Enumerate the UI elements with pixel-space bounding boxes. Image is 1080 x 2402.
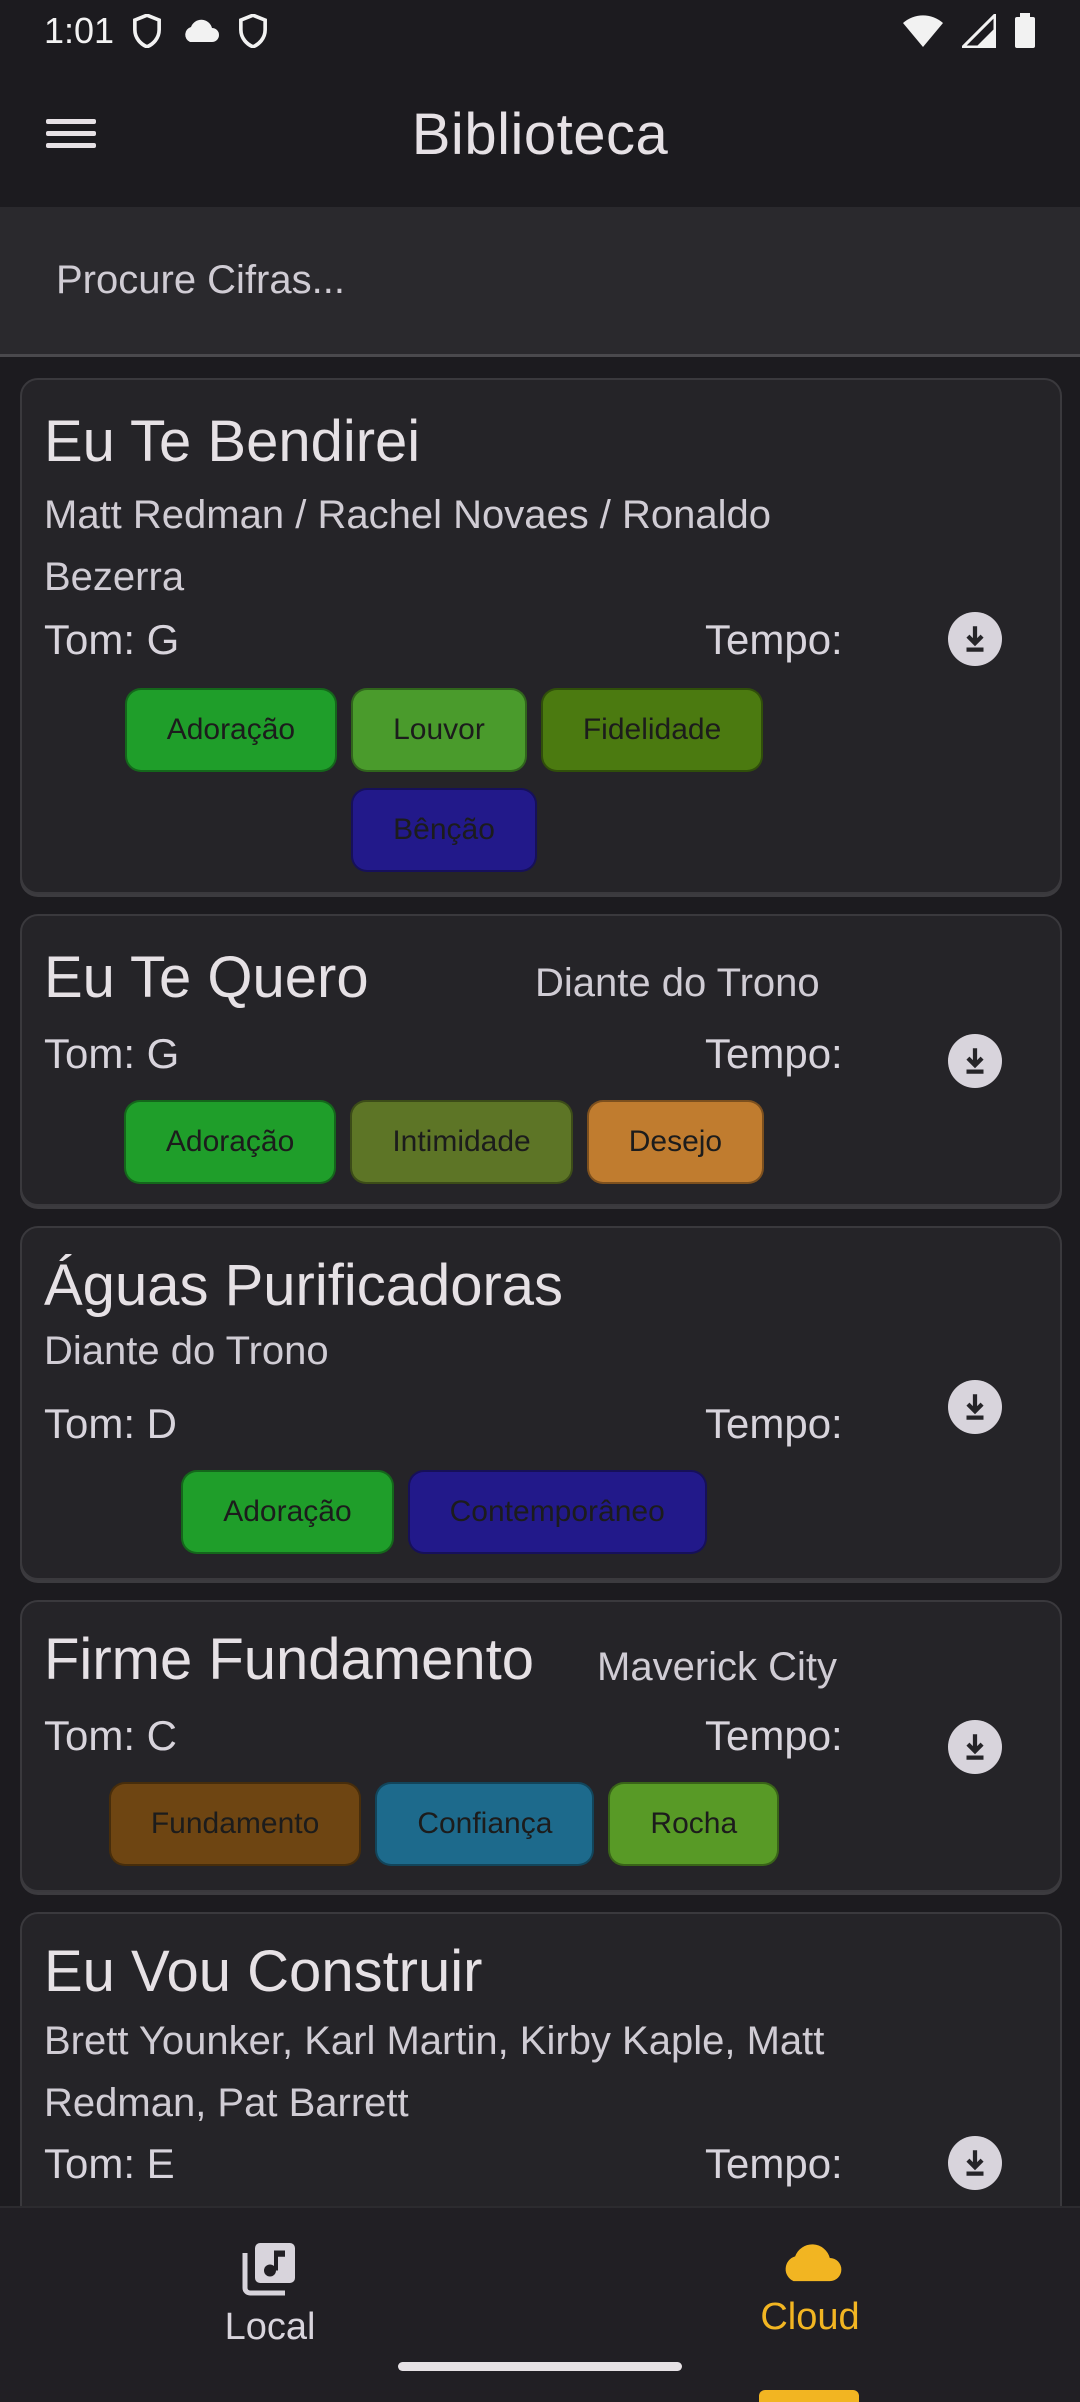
tag-chip[interactable]: Desejo: [586, 1100, 765, 1184]
song-card[interactable]: Eu Te Quero Diante do Trono Tom: G Tempo…: [20, 914, 1062, 1206]
song-tempo: Tempo:: [705, 1030, 843, 1077]
song-title: Eu Vou Construir: [44, 1939, 483, 2004]
cloud-status-icon: [185, 19, 220, 42]
status-right: [902, 13, 1036, 49]
song-key: Tom: D: [44, 1400, 178, 1447]
download-icon[interactable]: [948, 612, 1002, 666]
tag-chip[interactable]: Adoração: [123, 1100, 337, 1184]
home-indicator[interactable]: [398, 2362, 682, 2371]
tag-list: Adoração Contemporâneo: [44, 1470, 844, 1554]
song-title: Águas Purificadoras: [44, 1253, 564, 1318]
song-card[interactable]: Eu Te Bendirei Matt Redman / Rachel Nova…: [20, 378, 1062, 894]
download-icon[interactable]: [948, 1034, 1002, 1088]
song-artist: Maverick City: [597, 1645, 838, 1689]
song-card[interactable]: Eu Vou Construir Brett Younker, Karl Mar…: [20, 1912, 1062, 2206]
music-library-icon: [242, 2243, 295, 2296]
song-card[interactable]: Águas Purificadoras Diante do Trono Tom:…: [20, 1226, 1062, 1580]
tag-chip[interactable]: Rocha: [608, 1782, 780, 1866]
tag-chip[interactable]: Intimidade: [350, 1100, 573, 1184]
download-icon[interactable]: [948, 1720, 1002, 1774]
status-left: 1:01: [44, 10, 268, 52]
nav-local-label: Local: [224, 2306, 316, 2348]
song-list: Eu Te Bendirei Matt Redman / Rachel Nova…: [0, 358, 1080, 2206]
tag-chip[interactable]: Fundamento: [108, 1782, 362, 1866]
bottom-nav: Local Cloud: [0, 2206, 1080, 2402]
song-key: Tom: G: [44, 1030, 180, 1077]
signal-icon: [962, 14, 996, 48]
status-bar: 1:01: [0, 0, 1080, 62]
tag-list: Adoração Louvor Fidelidade Bênção: [44, 688, 844, 872]
tag-chip[interactable]: Fidelidade: [540, 688, 764, 772]
song-key: Tom: C: [44, 1712, 178, 1759]
tag-chip[interactable]: Confiança: [375, 1782, 595, 1866]
page-title: Biblioteca: [411, 102, 669, 167]
tag-list: Fundamento Confiança Rocha: [44, 1782, 844, 1866]
shield-icon: [239, 14, 268, 48]
song-tempo: Tempo:: [705, 1712, 843, 1759]
song-tempo: Tempo:: [705, 616, 843, 663]
cloud-icon: [785, 2244, 842, 2282]
search-input[interactable]: [54, 257, 958, 304]
tag-chip[interactable]: Louvor: [351, 688, 527, 772]
nav-cloud-label: Cloud: [760, 2296, 860, 2338]
download-icon[interactable]: [948, 2136, 1002, 2190]
status-time: 1:01: [44, 10, 115, 51]
selected-tab-indicator: [759, 2390, 859, 2402]
tag-chip[interactable]: Adoração: [124, 688, 338, 772]
song-key: Tom: E: [44, 2140, 175, 2187]
song-title: Eu Te Bendirei: [44, 409, 421, 474]
download-icon[interactable]: [948, 1380, 1002, 1434]
battery-icon: [1015, 13, 1035, 48]
shield-icon: [133, 14, 162, 48]
song-card[interactable]: Firme Fundamento Maverick City Tom: C Te…: [20, 1600, 1062, 1892]
wifi-icon: [903, 15, 943, 48]
tag-chip[interactable]: Adoração: [181, 1470, 394, 1554]
tag-list: Adoração Intimidade Desejo: [44, 1100, 844, 1184]
song-tempo: Tempo:: [705, 2140, 843, 2187]
app-bar: Biblioteca: [0, 62, 1080, 207]
song-artist: Brett Younker, Karl Martin, Kirby Kaple,…: [44, 2019, 825, 2125]
song-artist: Matt Redman / Rachel Novaes / Ronaldo Be…: [44, 493, 772, 599]
song-title: Eu Te Quero: [44, 945, 369, 1010]
song-title: Firme Fundamento: [44, 1627, 534, 1692]
tag-chip[interactable]: Contemporâneo: [407, 1470, 707, 1554]
song-tempo: Tempo:: [705, 1400, 843, 1447]
song-artist: Diante do Trono: [44, 1329, 329, 1373]
menu-icon[interactable]: [46, 112, 96, 152]
nav-local[interactable]: Local: [120, 2238, 420, 2349]
search-bar: [0, 207, 1080, 357]
tag-chip[interactable]: Bênção: [351, 788, 537, 872]
song-artist: Diante do Trono: [535, 961, 820, 1005]
song-key: Tom: G: [44, 616, 180, 663]
nav-cloud[interactable]: Cloud: [660, 2238, 960, 2339]
